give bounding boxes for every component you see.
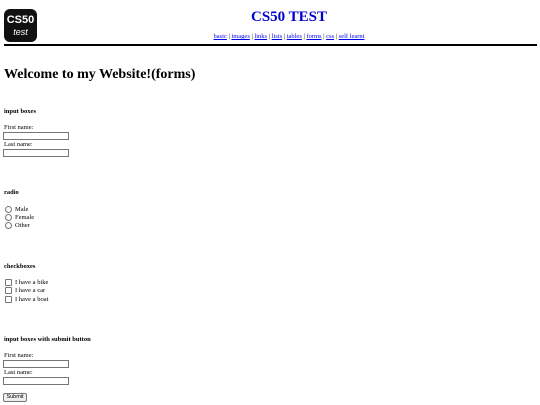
- page-heading: Welcome to my Website!(forms): [4, 67, 196, 82]
- section-title-input-boxes: input boxes: [4, 108, 36, 115]
- radio-button[interactable]: [5, 206, 12, 214]
- logo-top-text: CS50: [6, 14, 35, 26]
- first-name-label: First name:: [4, 124, 34, 131]
- radio-label: Male: [15, 206, 29, 213]
- checkbox-option-bike[interactable]: I have a bike: [5, 279, 48, 287]
- checkbox-option-car[interactable]: I have a car: [5, 287, 45, 295]
- nav-link-images[interactable]: images: [231, 33, 249, 40]
- nav-link-self-learnt[interactable]: self learnt: [339, 33, 365, 40]
- submit-last-name-label: Last name:: [4, 369, 33, 376]
- radio-option-other[interactable]: Other: [5, 222, 30, 230]
- checkbox[interactable]: [5, 296, 12, 304]
- header-divider: [4, 44, 537, 46]
- checkbox[interactable]: [5, 279, 12, 287]
- nav-link-lists[interactable]: lists: [272, 33, 282, 40]
- last-name-input[interactable]: [3, 149, 69, 157]
- checkbox-label: I have a boat: [15, 296, 49, 303]
- nav-link-css[interactable]: css: [326, 33, 334, 40]
- radio-button[interactable]: [5, 222, 12, 230]
- radio-option-male[interactable]: Male: [5, 206, 28, 214]
- nav-link-tables[interactable]: tables: [287, 33, 302, 40]
- radio-button[interactable]: [5, 214, 12, 222]
- checkbox-label: I have a car: [15, 287, 46, 294]
- nav-link-basic[interactable]: basic: [214, 33, 227, 40]
- submit-first-name-label: First name:: [4, 352, 34, 359]
- nav-separator: |: [228, 33, 230, 40]
- submit-first-name-input[interactable]: [3, 360, 69, 368]
- radio-label: Female: [15, 214, 35, 221]
- submit-button[interactable]: Submit: [3, 393, 27, 402]
- nav-separator: |: [251, 33, 253, 40]
- checkbox-label: I have a bike: [15, 279, 49, 286]
- nav-link-links[interactable]: links: [254, 33, 267, 40]
- nav-bar: basic | images | links | lists | tables …: [38, 33, 540, 41]
- radio-label: Other: [15, 222, 30, 229]
- section-title-radio: radio: [4, 189, 19, 196]
- last-name-label: Last name:: [4, 141, 33, 148]
- submit-last-name-input[interactable]: [3, 377, 69, 385]
- cs50-logo: CS50 test: [4, 9, 37, 42]
- first-name-input[interactable]: [3, 132, 69, 140]
- nav-separator: |: [323, 33, 325, 40]
- nav-separator: |: [283, 33, 286, 40]
- section-title-submit-form: input boxes with submit button: [4, 336, 91, 343]
- logo-bottom-text: test: [13, 27, 28, 37]
- site-title: CS50 TEST: [250, 9, 327, 25]
- radio-option-female[interactable]: Female: [5, 214, 34, 222]
- nav-link-forms[interactable]: forms: [306, 33, 321, 40]
- nav-separator: |: [303, 33, 305, 40]
- nav-separator: |: [268, 33, 271, 40]
- section-title-checkboxes: checkboxes: [4, 263, 36, 270]
- checkbox-option-boat[interactable]: I have a boat: [5, 296, 48, 304]
- checkbox[interactable]: [5, 287, 12, 295]
- nav-separator: |: [335, 33, 338, 40]
